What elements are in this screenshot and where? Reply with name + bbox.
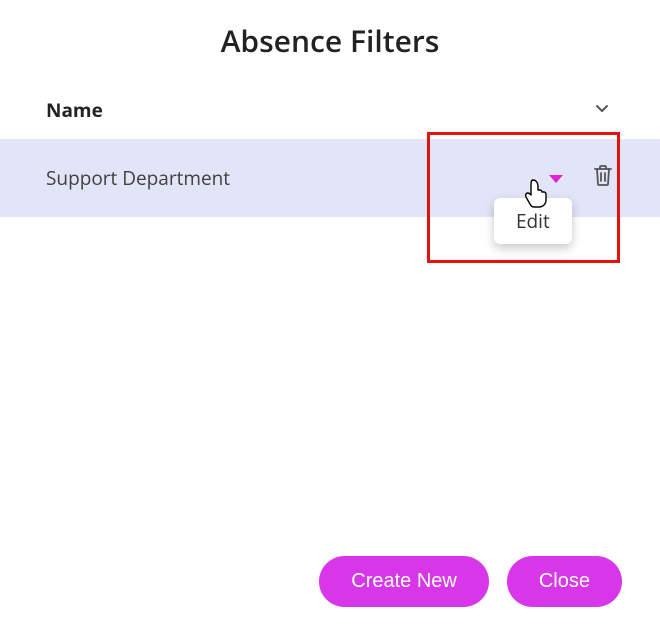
absence-filters-dialog: Absence Filters Name Support Department (0, 0, 660, 637)
filter-name-cell: Support Department (46, 165, 548, 191)
dialog-title: Absence Filters (0, 0, 660, 61)
dialog-footer: Create New Close (319, 556, 622, 607)
row-menu-button[interactable] (548, 170, 564, 186)
sort-toggle[interactable] (590, 97, 614, 123)
row-menu-dropdown: Edit (494, 198, 572, 244)
row-actions (548, 167, 614, 189)
column-header-name[interactable]: Name (46, 97, 590, 123)
trash-icon (593, 164, 613, 192)
caret-down-icon (549, 165, 563, 191)
menu-item-edit[interactable]: Edit (516, 208, 550, 234)
chevron-down-icon (594, 97, 610, 123)
delete-button[interactable] (592, 167, 614, 189)
table-header-row: Name (0, 87, 660, 133)
close-button[interactable]: Close (507, 556, 622, 607)
create-new-button[interactable]: Create New (319, 556, 489, 607)
